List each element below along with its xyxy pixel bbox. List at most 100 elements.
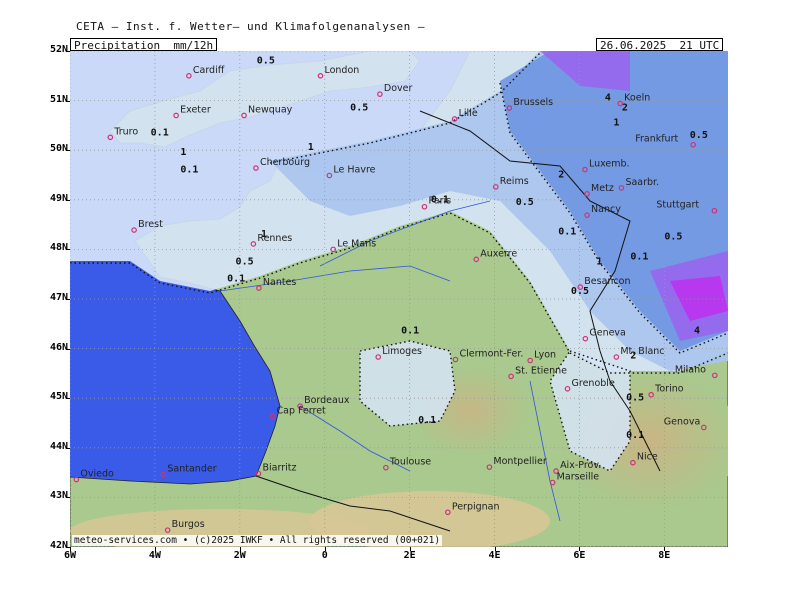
lon-tick	[494, 547, 496, 551]
city-label: Besancon	[584, 276, 630, 287]
latitude-label: 46N	[49, 341, 68, 353]
contour-label: 0.1	[630, 251, 648, 262]
longitude-label: 2E	[403, 550, 416, 561]
lon-tick	[239, 547, 241, 551]
city-label: Exeter	[180, 104, 211, 115]
lat-tick	[66, 199, 70, 201]
city-label: Oviedo	[80, 469, 114, 480]
city-label: Dover	[384, 83, 413, 94]
longitude-label: 2W	[233, 550, 246, 561]
lat-tick	[66, 398, 70, 400]
city-label: Newquay	[248, 104, 293, 115]
latitude-label: 44N	[49, 440, 68, 452]
latitude-label: 51N	[49, 93, 68, 105]
latitude-label: 48N	[49, 242, 68, 254]
contour-label: 0.1	[418, 415, 436, 426]
city-label: Brussels	[513, 97, 553, 108]
lat-tick	[66, 299, 70, 300]
contour-label: 2	[558, 169, 564, 180]
city-label: Bordeaux	[304, 395, 350, 406]
city-label: Biarritz	[262, 463, 296, 474]
longitude-label: 6E	[573, 550, 586, 561]
city-label: Nantes	[263, 277, 297, 288]
longitude-label: 8E	[658, 550, 671, 561]
lat-tick	[66, 447, 70, 449]
city-label: Cap Ferret	[276, 406, 326, 417]
city-label: Frankfurt	[635, 134, 678, 145]
contour-label: 0.1	[180, 165, 198, 176]
city-label: Stuttgart	[656, 200, 699, 211]
longitude-label: 4E	[488, 550, 501, 561]
city-label: Clermont-Fer.	[459, 349, 523, 360]
city-label: Cherbourg	[260, 157, 310, 168]
lon-tick	[664, 547, 666, 551]
variable-title: Precipitation mm/12h	[70, 38, 218, 52]
city-label: Perpignan	[452, 501, 500, 512]
lon-tick	[579, 547, 581, 551]
lon-tick	[324, 547, 326, 551]
city-label: Limoges	[382, 346, 422, 357]
city-label: Le Havre	[333, 164, 375, 175]
latitude-label: 47N	[49, 292, 68, 303]
city-label: Le Mans	[337, 238, 376, 249]
lat-tick	[66, 497, 70, 499]
contour-label: 1	[613, 117, 619, 128]
lon-tick	[70, 547, 71, 551]
city-label: Genova	[664, 416, 700, 427]
city-label: Nice	[637, 452, 658, 463]
city-label: Geneva	[589, 328, 626, 339]
city-label: Grenoble	[572, 378, 615, 389]
city-label: Nancy	[591, 204, 621, 215]
city-label: Lyon	[534, 350, 556, 361]
city-label: Milano	[675, 364, 706, 375]
city-label: Mt. Blanc	[620, 346, 664, 357]
lon-tick	[154, 547, 156, 551]
latitude-label: 45N	[49, 391, 68, 403]
precipitation-map[interactable]: 0.5 0.5 0.1 1 0.1 1 0.1 0.5 0.1 1 0.5 0.1 1 0.5 0.1 0.1…	[70, 51, 728, 547]
contour-label: 0.1	[227, 274, 245, 285]
city-label: Rennes	[257, 233, 292, 244]
city-label: Reims	[500, 176, 529, 187]
city-label: Toulouse	[389, 457, 431, 468]
latitude-label: 52N	[49, 44, 68, 55]
contour-label: 0.5	[350, 103, 368, 114]
city-label: Aix-Prov.	[560, 460, 601, 471]
contour-label: 4	[694, 326, 700, 337]
lat-tick	[66, 100, 70, 102]
city-label: Metz	[591, 183, 614, 194]
city-label: Santander	[167, 464, 216, 475]
lat-tick	[66, 348, 70, 350]
lat-tick	[66, 249, 70, 251]
contour-label: 0.5	[236, 256, 254, 267]
contour-label: 0.5	[664, 231, 682, 242]
valid-time: 26.06.2025 21 UTC	[596, 38, 724, 52]
lat-tick	[66, 150, 70, 152]
lat-tick	[66, 51, 70, 52]
latitude-label: 49N	[49, 192, 68, 204]
longitude-label: 4W	[148, 550, 161, 561]
contour-label: 0.1	[401, 326, 419, 337]
city-label: Truro	[113, 126, 138, 137]
longitude-label: 6W	[63, 550, 77, 561]
latitude-label: 50N	[49, 143, 68, 155]
lon-tick	[409, 547, 411, 551]
contour-label: 1	[180, 147, 186, 158]
contour-label: 0.5	[257, 55, 275, 66]
city-label: London	[324, 65, 359, 76]
city-label: Burgos	[172, 519, 205, 530]
contour-label: 0.5	[516, 197, 534, 208]
contour-label: 4	[605, 93, 611, 104]
credit-line: meteo-services.com • (c)2025 IWKF • All …	[72, 535, 443, 546]
contour-label: 0.1	[626, 430, 644, 441]
map-panel[interactable]: 0.5 0.5 0.1 1 0.1 1 0.1 0.5 0.1 1 0.5 0.1 1 0.5 0.1 0.1…	[70, 51, 728, 547]
city-label: Cardiff	[193, 65, 225, 76]
city-label: Brest	[138, 219, 163, 230]
contour-label: 1	[308, 142, 314, 153]
latitude-label: 43N	[49, 490, 68, 502]
city-label: Saarbr.	[625, 177, 659, 188]
city-label: Lille	[459, 108, 478, 119]
contour-label: 0.5	[571, 286, 589, 297]
city-label: Torino	[654, 384, 684, 395]
city-label: Montpellier	[493, 456, 546, 467]
source-header: CETA – Inst. f. Wetter– und Klimafolgena…	[76, 20, 426, 33]
